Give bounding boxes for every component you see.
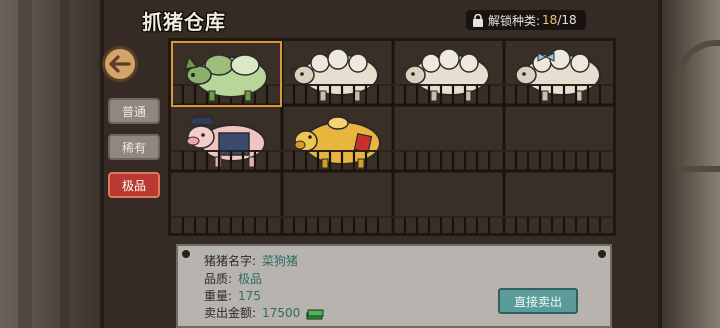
sell-button[interactable]: 直接卖出 (498, 288, 578, 314)
info-price-row: 卖出金额: 17500 (204, 304, 324, 321)
sheep-pig-icon (289, 48, 379, 102)
cage-slot-8[interactable] (504, 107, 613, 173)
unlock-total: /18 (557, 13, 577, 27)
cage-grid (168, 38, 616, 236)
tab-legendary[interactable]: 极品 (108, 172, 160, 198)
name-value: 菜狗猪 (262, 254, 299, 268)
panel-pin (598, 250, 606, 258)
sheep-pig-bow-icon (515, 48, 601, 102)
tab-rare[interactable]: 稀有 (108, 134, 160, 160)
quality-label: 品质: (204, 272, 233, 286)
info-weight-row: 重量: 175 (204, 287, 261, 304)
money-stack-icon (306, 309, 324, 319)
info-quality-row: 品质: 极品 (204, 270, 262, 287)
pig-info-panel: 猪猪名字: 菜狗猪 品质: 极品 重量: 175 卖出金额: 17500 (176, 244, 612, 328)
cage-slot-5[interactable] (171, 107, 282, 173)
back-button[interactable] (102, 46, 138, 82)
cage-slot-4[interactable] (504, 41, 613, 107)
police-pig-icon (186, 116, 266, 168)
cage-slot-6[interactable] (282, 107, 393, 173)
wooden-beam (60, 0, 70, 328)
page-title: 抓猪仓库 (142, 10, 226, 34)
wooden-beam (18, 0, 32, 328)
stone-arch (676, 40, 720, 172)
cage-slot-3[interactable] (393, 41, 504, 107)
weight-value: 175 (238, 289, 261, 303)
tab-normal[interactable]: 普通 (108, 98, 160, 124)
gold-lucky-pig-icon (294, 116, 381, 169)
cage-slot-7[interactable] (393, 107, 504, 173)
cage-slot-10[interactable] (282, 173, 393, 233)
panel-pin (182, 250, 190, 258)
sheep-pig-icon (400, 48, 490, 102)
back-arrow-icon (109, 55, 131, 73)
background-right (660, 0, 720, 328)
unlock-counter: 解锁种类: 18 /18 (466, 10, 586, 30)
quality-value: 极品 (238, 272, 263, 286)
name-label: 猪猪名字: (204, 254, 257, 268)
cage-slot-9[interactable] (171, 173, 282, 233)
lock-icon (473, 13, 483, 27)
cage-slot-12[interactable] (504, 173, 613, 233)
weight-label: 重量: (204, 289, 233, 303)
cage-slot-2[interactable] (282, 41, 393, 107)
price-value: 17500 (262, 306, 301, 320)
background-left (0, 0, 100, 328)
unlock-label: 解锁种类: (488, 13, 541, 28)
cage-slot-1[interactable] (171, 41, 282, 107)
unlock-count: 18 (542, 13, 558, 27)
cage-slot-11[interactable] (393, 173, 504, 233)
info-name-row: 猪猪名字: 菜狗猪 (204, 252, 298, 269)
cabbage-dog-pig-icon (183, 54, 268, 102)
price-label: 卖出金额: (204, 306, 257, 320)
